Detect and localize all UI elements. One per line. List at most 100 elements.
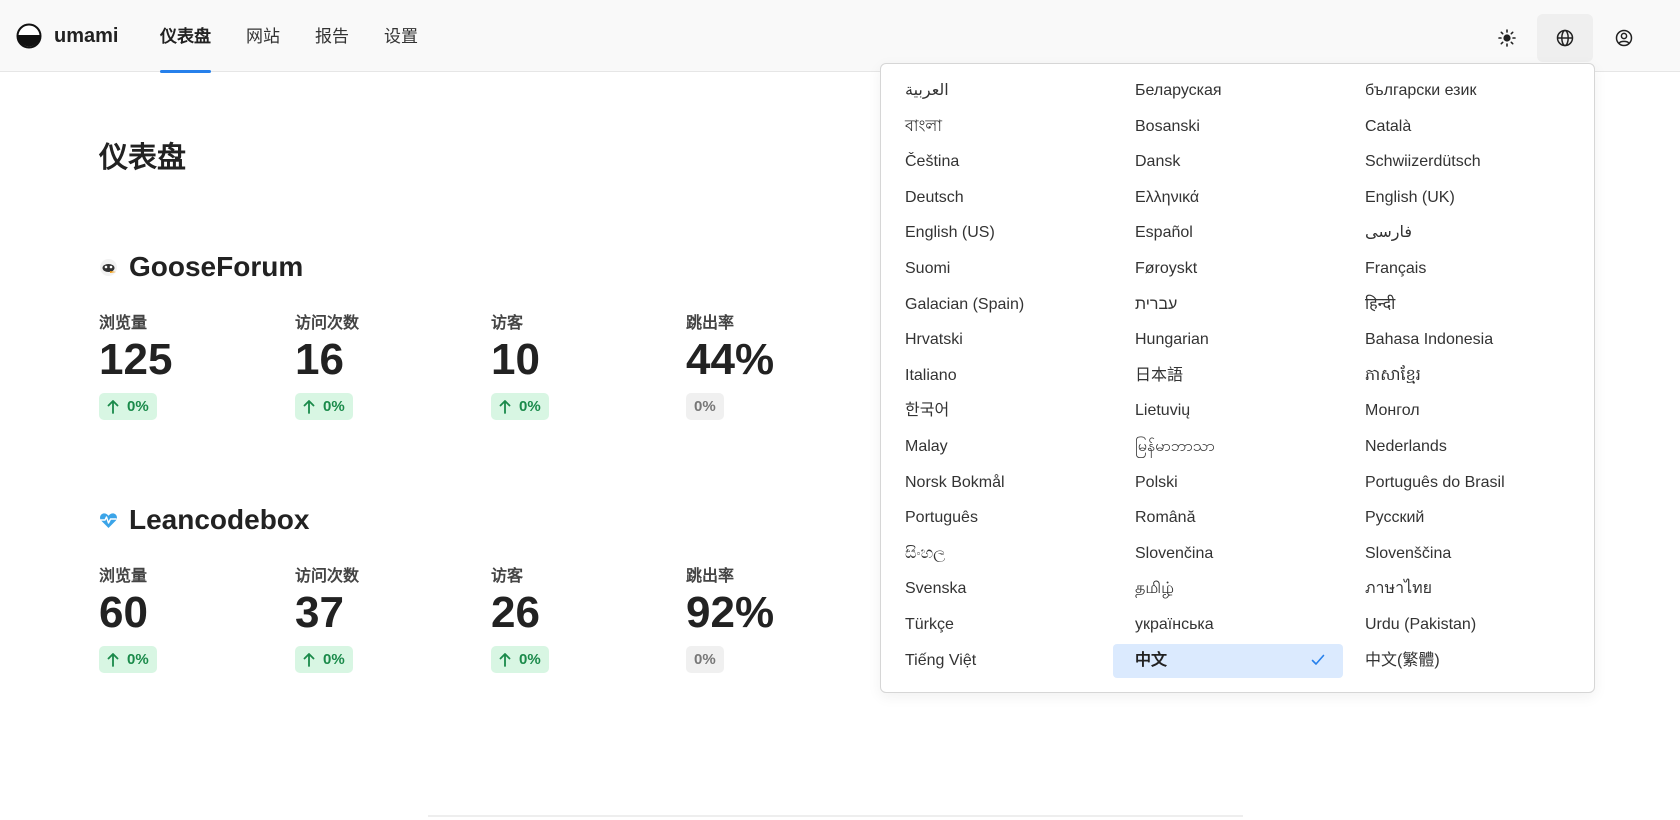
user-circle-icon <box>1615 29 1633 47</box>
change-value: 0% <box>127 651 149 668</box>
language-option[interactable]: Hrvatski <box>883 323 1113 357</box>
language-list: العربية Беларуская български език বাংলা Bosa… <box>883 74 1573 679</box>
language-option[interactable]: සිංහල <box>883 537 1113 571</box>
language-option[interactable]: Svenska <box>883 572 1113 606</box>
language-option[interactable]: Italiano <box>883 359 1113 393</box>
metric-pageviews: 浏览量 125 0% <box>99 309 289 420</box>
language-option-label: Монгол <box>1365 402 1420 420</box>
language-option[interactable]: Slovenčina <box>1113 537 1343 571</box>
language-option-label: Türkçe <box>905 615 954 633</box>
language-option[interactable]: हिन्दी <box>1343 288 1573 322</box>
language-option[interactable]: English (US) <box>883 216 1113 250</box>
arrow-up-icon <box>499 399 511 414</box>
site-name[interactable]: GooseForum <box>129 251 303 283</box>
nav-item-dashboard[interactable]: 仪表盘 <box>160 0 211 73</box>
language-option[interactable]: فارسی <box>1343 216 1573 250</box>
language-option[interactable]: Nederlands <box>1343 430 1573 464</box>
language-option[interactable]: Монгол <box>1343 394 1573 428</box>
language-option[interactable]: Norsk Bokmål <box>883 466 1113 500</box>
goose-favicon-icon <box>100 258 117 276</box>
language-option-label: Lietuvių <box>1135 402 1191 420</box>
arrow-up-icon <box>107 652 119 667</box>
language-option-label: 中文(繁體) <box>1365 651 1440 669</box>
language-option-label: မြန်မာဘာသာ <box>1135 437 1215 455</box>
theme-toggle-button[interactable] <box>1479 14 1535 62</box>
language-option[interactable]: Español <box>1113 216 1343 250</box>
arrow-up-icon <box>303 652 315 667</box>
profile-button[interactable] <box>1596 14 1652 62</box>
app-name: umami <box>54 24 119 47</box>
language-option-label: Dansk <box>1135 153 1181 171</box>
language-option[interactable]: Dansk <box>1113 145 1343 179</box>
language-option-label: Hungarian <box>1135 331 1209 349</box>
language-option-label: 中文 <box>1135 651 1168 669</box>
language-option[interactable]: ภาษาไทย <box>1343 572 1573 606</box>
language-option[interactable]: Slovenščina <box>1343 537 1573 571</box>
language-option-label: Tiếng Việt <box>905 651 977 669</box>
language-option[interactable]: বাংলা <box>883 110 1113 144</box>
language-option[interactable]: Bahasa Indonesia <box>1343 323 1573 357</box>
language-option[interactable]: Lietuvių <box>1113 394 1343 428</box>
language-option[interactable]: български език <box>1343 74 1573 108</box>
language-option[interactable]: English (UK) <box>1343 181 1573 215</box>
change-value: 0% <box>323 651 345 668</box>
page-title: 仪表盘 <box>99 142 187 174</box>
language-option[interactable]: Português do Brasil <box>1343 466 1573 500</box>
metric-value: 44% <box>686 335 775 384</box>
language-option[interactable]: Ελληνικά <box>1113 181 1343 215</box>
language-option[interactable]: Català <box>1343 110 1573 144</box>
site-name[interactable]: Leancodebox <box>129 504 309 536</box>
language-option[interactable]: Čeština <box>883 145 1113 179</box>
language-option[interactable]: Hungarian <box>1113 323 1343 357</box>
language-option-label: Bosanski <box>1135 117 1200 135</box>
language-option[interactable]: Tiếng Việt <box>883 644 1113 678</box>
language-option[interactable]: Føroyskt <box>1113 252 1343 286</box>
change-value: 0% <box>323 398 345 415</box>
language-option-label: Беларуская <box>1135 82 1222 99</box>
language-option[interactable]: Русский <box>1343 501 1573 535</box>
language-option[interactable]: Română <box>1113 501 1343 535</box>
nav-item-settings[interactable]: 设置 <box>384 0 418 72</box>
language-option[interactable]: Schwiizerdütsch <box>1343 145 1573 179</box>
metric-value: 60 <box>99 588 148 637</box>
language-option[interactable]: தமிழ் <box>1113 572 1343 606</box>
language-option[interactable]: Polski <box>1113 466 1343 500</box>
language-option[interactable]: 日本語 <box>1113 359 1343 393</box>
language-option-selected[interactable]: 中文 <box>1113 643 1343 678</box>
language-option[interactable]: Français <box>1343 252 1573 286</box>
language-option[interactable]: українська <box>1113 608 1343 642</box>
language-option[interactable]: עברית <box>1113 288 1343 322</box>
language-option[interactable]: Беларуская <box>1113 74 1343 108</box>
metric-value: 10 <box>491 335 540 384</box>
language-option[interactable]: 한국어 <box>883 394 1113 428</box>
language-option[interactable]: العربية <box>883 74 1113 108</box>
language-option-label: Malay <box>905 437 948 455</box>
language-option-label: فارسی <box>1365 224 1412 242</box>
change-value: 0% <box>519 651 541 668</box>
change-badge: 0% <box>99 393 157 420</box>
language-option[interactable]: Galacian (Spain) <box>883 288 1113 322</box>
logo[interactable]: umami <box>16 23 118 49</box>
language-option[interactable]: Português <box>883 501 1113 535</box>
umami-logo-icon <box>16 23 42 49</box>
language-option-label: සිංහල <box>905 544 946 562</box>
change-badge: 0% <box>491 646 549 673</box>
language-option[interactable]: Bosanski <box>1113 110 1343 144</box>
language-option-label: ភាសាខ្មែរ <box>1365 366 1421 384</box>
language-option[interactable]: Suomi <box>883 252 1113 286</box>
change-badge: 0% <box>686 646 724 673</box>
language-option[interactable]: Türkçe <box>883 608 1113 642</box>
language-option[interactable]: ភាសាខ្មែរ <box>1343 359 1573 393</box>
site-card: GooseForum 浏览量 125 0% 访问次数 16 0% 访客 10 0… <box>99 250 859 420</box>
language-option[interactable]: 中文(繁體) <box>1343 644 1573 678</box>
language-option[interactable]: Urdu (Pakistan) <box>1343 608 1573 642</box>
language-option[interactable]: Malay <box>883 430 1113 464</box>
metric-label: 浏览量 <box>99 315 148 332</box>
nav-item-reports[interactable]: 报告 <box>315 0 349 72</box>
language-option-label: हिन्दी <box>1365 295 1396 313</box>
metric-visits: 访问次数 16 0% <box>295 309 485 420</box>
language-button[interactable] <box>1537 14 1593 62</box>
language-option[interactable]: Deutsch <box>883 181 1113 215</box>
nav-item-websites[interactable]: 网站 <box>246 0 280 72</box>
language-option[interactable]: မြန်မာဘာသာ <box>1113 430 1343 464</box>
